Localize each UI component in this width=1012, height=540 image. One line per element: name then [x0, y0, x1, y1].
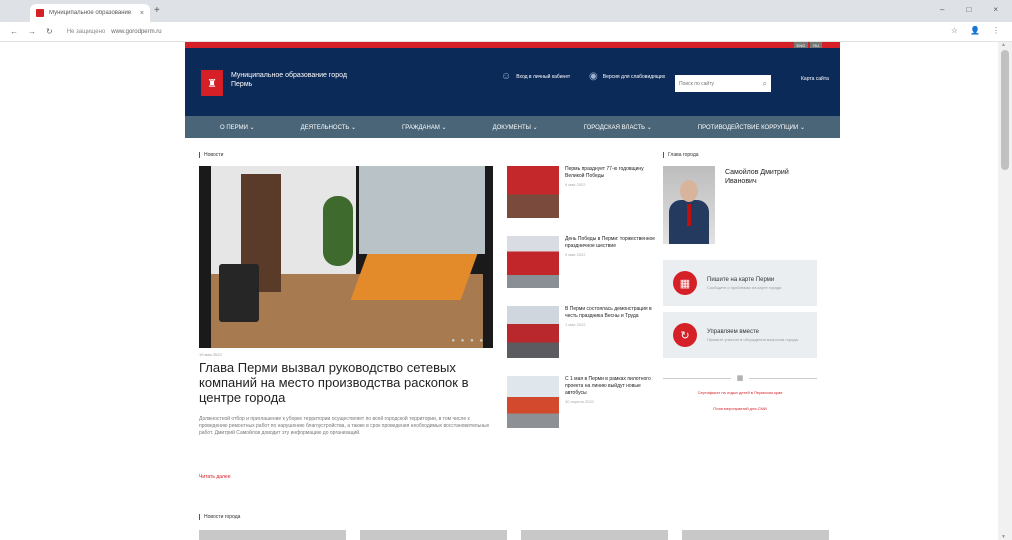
city-news-thumb[interactable]: [199, 530, 346, 540]
main-news-photo[interactable]: ● ● ● ●: [199, 166, 493, 348]
side-news-title: С 1 мая в Перми в рамках пилотного проек…: [565, 376, 651, 396]
eye-icon: ◉: [589, 71, 598, 82]
side-news-title: В Перми состоялась демонстрация в честь …: [565, 306, 652, 319]
login-link[interactable]: ☺ Вход в личный кабинет: [501, 71, 571, 82]
tab-close-icon[interactable]: ×: [140, 10, 144, 17]
page-scrollbar[interactable]: ▲ ▼: [998, 42, 1012, 540]
manage-together-card[interactable]: ↻ Управляем вместе Примите участие в обс…: [663, 312, 817, 358]
login-label: Вход в личный кабинет: [516, 74, 571, 80]
news-thumb: [507, 376, 559, 428]
forward-arrow-icon[interactable]: →: [28, 27, 36, 36]
side-news-title: Пермь празднует 77-ю годовщину Великой П…: [565, 166, 644, 179]
side-news-item[interactable]: С 1 мая в Перми в рамках пилотного проек…: [507, 376, 657, 432]
news-thumb: [507, 306, 559, 358]
side-news-date: 9 мая 2022: [565, 182, 586, 187]
browser-menu-icon[interactable]: ⋮: [992, 26, 1000, 35]
mayor-name[interactable]: Самойлов Дмитрий Иванович: [725, 168, 805, 186]
children-rest-certificate-link[interactable]: Сертификат на отдых детей в Пермском кра…: [663, 390, 817, 395]
menu-item-activity[interactable]: ДЕЯТЕЛЬНОСТЬ ⌄: [301, 124, 356, 131]
map-icon: ▦: [673, 271, 697, 295]
site-container: ENG RU ♜ Муниципальное образование город…: [185, 42, 840, 540]
calendar-icon[interactable]: ▦: [737, 374, 744, 382]
side-news-item[interactable]: Пермь празднует 77-ю годовщину Великой П…: [507, 166, 657, 222]
site-search: ⌕: [675, 75, 771, 92]
menu-item-about[interactable]: О ПЕРМИ ⌄: [220, 124, 255, 131]
card-text: Примите участие в обсуждении вопросов го…: [707, 336, 798, 342]
maximize-button[interactable]: □: [966, 5, 971, 14]
tab-title: Муниципальное образование: [49, 10, 132, 16]
search-icon[interactable]: ⌕: [763, 79, 767, 89]
scroll-up-icon[interactable]: ▲: [1001, 42, 1006, 48]
map-problems-card[interactable]: ▦ Пишите на карте Перми Сообщите о пробл…: [663, 260, 817, 306]
main-news-text: Должностной отбор и приглашение к уборке…: [199, 416, 490, 436]
card-title: Пишите на карте Перми: [707, 276, 775, 283]
side-news-date: 9 мая 2022: [565, 252, 586, 257]
main-menu: О ПЕРМИ ⌄ ДЕЯТЕЛЬНОСТЬ ⌄ ГРАЖДАНАМ ⌄ ДОК…: [185, 116, 840, 138]
city-news-row: [199, 530, 829, 540]
site-header: ♜ Муниципальное образование город Пермь …: [185, 48, 840, 116]
side-news-title: День Победы в Перми: торжественное празд…: [565, 236, 656, 249]
side-news-date: 30 апреля 2022: [565, 399, 594, 404]
search-input[interactable]: [679, 80, 749, 87]
menu-item-citizens[interactable]: ГРАЖДАНАМ ⌄: [402, 124, 446, 131]
url-security-label: Не защищено: [66, 28, 106, 35]
reload-icon[interactable]: ↻: [46, 27, 53, 36]
city-news-thumb[interactable]: [682, 530, 829, 540]
profile-icon[interactable]: 👤: [970, 26, 980, 35]
side-news-item[interactable]: В Перми состоялась демонстрация в честь …: [507, 306, 657, 362]
bookmark-star-icon[interactable]: ☆: [951, 26, 958, 35]
address-bar: ← → ↻ Не защищено www.gorodperm.ru ☆ 👤 ⋮: [0, 22, 1012, 42]
city-news-section-label: Новости города: [199, 514, 240, 520]
window-controls: – □ ×: [940, 5, 998, 14]
main-news-headline[interactable]: Глава Перми вызвал руководство сетевых к…: [199, 360, 499, 405]
url-text: www.gorodperm.ru: [111, 28, 162, 35]
calendar-divider: ▦: [663, 374, 817, 382]
read-more-link[interactable]: Читать далее: [199, 474, 231, 480]
side-news-date: 1 мая 2022: [565, 322, 586, 327]
manage-icon: ↻: [673, 323, 697, 347]
main-news-date: 19 мая 2022: [199, 352, 222, 357]
site-map-link[interactable]: Карта сайта: [801, 76, 831, 82]
low-vision-link[interactable]: ◉ Версия для слабовидящих: [589, 71, 669, 82]
card-text: Сообщите о проблемах на карте города: [707, 284, 782, 290]
city-coat-of-arms-icon[interactable]: ♜: [201, 70, 223, 96]
city-news-thumb[interactable]: [521, 530, 668, 540]
low-vision-label: Версия для слабовидящих: [602, 74, 666, 80]
mayor-photo[interactable]: [663, 166, 715, 244]
menu-item-anti-corruption[interactable]: ПРОТИВОДЕЙСТВИЕ КОРРУПЦИИ ⌄: [698, 124, 805, 131]
card-title: Управляем вместе: [707, 328, 759, 335]
side-news-item[interactable]: День Победы в Перми: торжественное празд…: [507, 236, 657, 292]
browser-tab-bar: Муниципальное образование × + – □ ×: [0, 0, 1012, 22]
url-field[interactable]: Не защищено www.gorodperm.ru: [67, 29, 162, 35]
site-name[interactable]: Муниципальное образование город Пермь: [231, 71, 351, 89]
page-viewport: ENG RU ♜ Муниципальное образование город…: [0, 42, 1012, 540]
menu-item-documents[interactable]: ДОКУМЕНТЫ ⌄: [493, 124, 538, 131]
news-thumb: [507, 166, 559, 218]
menu-item-city-government[interactable]: ГОРОДСКАЯ ВЛАСТЬ ⌄: [584, 124, 652, 131]
mayor-section-label: Глава города: [663, 152, 699, 158]
close-window-button[interactable]: ×: [993, 5, 998, 14]
back-arrow-icon[interactable]: ←: [10, 27, 18, 36]
news-thumb: [507, 236, 559, 288]
carousel-dots-icon[interactable]: ● ● ● ●: [452, 338, 486, 344]
new-tab-button[interactable]: +: [154, 5, 160, 16]
media-events-plan-link[interactable]: План мероприятий для СМИ: [663, 406, 817, 411]
scrollbar-thumb[interactable]: [1001, 50, 1009, 170]
minimize-button[interactable]: –: [940, 5, 944, 14]
browser-tab[interactable]: Муниципальное образование ×: [30, 4, 150, 22]
site-favicon-icon: [36, 9, 44, 17]
scroll-down-icon[interactable]: ▼: [1001, 534, 1006, 540]
news-section-label: Новости: [199, 152, 223, 158]
user-icon: ☺: [501, 71, 512, 82]
city-news-thumb[interactable]: [360, 530, 507, 540]
